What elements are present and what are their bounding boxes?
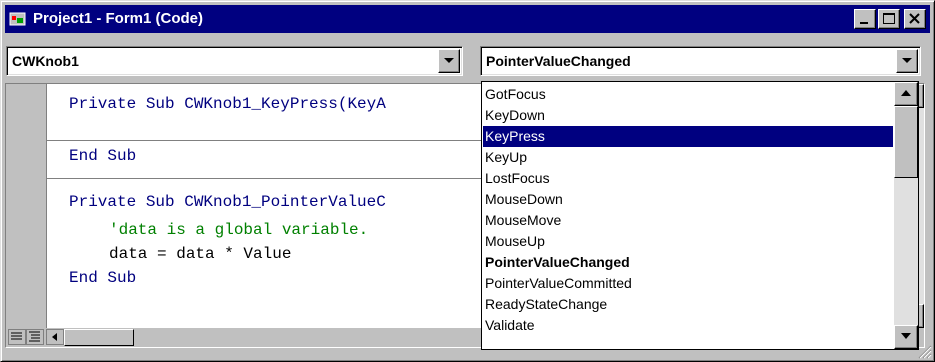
chevron-down-icon — [902, 58, 912, 63]
horizontal-scroll-thumb[interactable] — [64, 329, 134, 346]
event-list-item[interactable]: GotFocus — [483, 84, 893, 105]
code-line: Private Sub CWKnob1_PointerValueC — [69, 193, 386, 211]
event-list-item[interactable]: MouseDown — [483, 189, 893, 210]
procedure-dropdown-list[interactable]: GotFocus KeyDown KeyPress KeyUp LostFocu… — [481, 81, 919, 350]
event-list-item-current[interactable]: PointerValueChanged — [483, 252, 893, 273]
title-bar[interactable]: Project1 - Form1 (Code) — [5, 5, 930, 33]
code-line: End Sub — [69, 269, 137, 287]
event-list-item[interactable]: Validate — [483, 315, 893, 336]
margin-indicator-bar[interactable] — [6, 84, 47, 328]
event-list-item[interactable]: ReadyStateChange — [483, 294, 893, 315]
dropdown-scroll-thumb[interactable] — [894, 106, 918, 178]
procedure-combo-dropdown-button[interactable] — [896, 49, 918, 73]
code-line: data = data * Value — [109, 245, 292, 263]
full-module-view-icon — [29, 331, 40, 342]
close-button[interactable] — [904, 9, 926, 29]
window-title: Project1 - Form1 (Code) — [33, 10, 204, 27]
dropdown-scroll-up-button[interactable] — [894, 82, 918, 106]
object-combo[interactable]: CWKnob1 — [6, 46, 463, 76]
project-icon — [9, 12, 26, 26]
chevron-down-icon — [444, 58, 454, 63]
procedure-combo-value: PointerValueChanged — [486, 53, 631, 69]
event-list-item[interactable]: MouseMove — [483, 210, 893, 231]
procedure-view-icon — [11, 332, 22, 340]
procedure-view-button[interactable] — [8, 329, 26, 345]
minimize-icon — [860, 22, 868, 24]
event-list-item[interactable]: LostFocus — [483, 168, 893, 189]
event-list-item[interactable]: KeyUp — [483, 147, 893, 168]
resize-grip-icon[interactable] — [918, 345, 932, 359]
arrow-up-icon — [901, 90, 911, 96]
arrow-left-icon — [52, 333, 57, 341]
close-icon — [909, 13, 920, 24]
maximize-icon — [883, 13, 895, 24]
event-list-item[interactable]: PointerValueCommitted — [483, 273, 893, 294]
event-list-item[interactable]: MouseUp — [483, 231, 893, 252]
event-list-item[interactable]: KeyDown — [483, 105, 893, 126]
object-combo-value: CWKnob1 — [12, 53, 79, 69]
code-line: End Sub — [69, 147, 137, 165]
dropdown-scroll-down-button[interactable] — [894, 325, 918, 349]
code-window: Project1 - Form1 (Code) CWKnob1 PointerV… — [0, 0, 935, 362]
object-combo-dropdown-button[interactable] — [438, 49, 460, 73]
full-module-view-button[interactable] — [26, 329, 44, 345]
event-list-item-selected[interactable]: KeyPress — [483, 126, 893, 147]
maximize-button[interactable] — [878, 9, 900, 29]
code-comment: 'data is a global variable. — [109, 221, 369, 239]
scroll-left-button[interactable] — [46, 329, 64, 345]
code-line: Private Sub CWKnob1_KeyPress(KeyA — [69, 95, 386, 113]
minimize-button[interactable] — [854, 9, 876, 29]
dropdown-scrollbar[interactable] — [894, 82, 918, 349]
arrow-down-icon — [901, 333, 911, 339]
procedure-combo[interactable]: PointerValueChanged — [480, 46, 921, 76]
